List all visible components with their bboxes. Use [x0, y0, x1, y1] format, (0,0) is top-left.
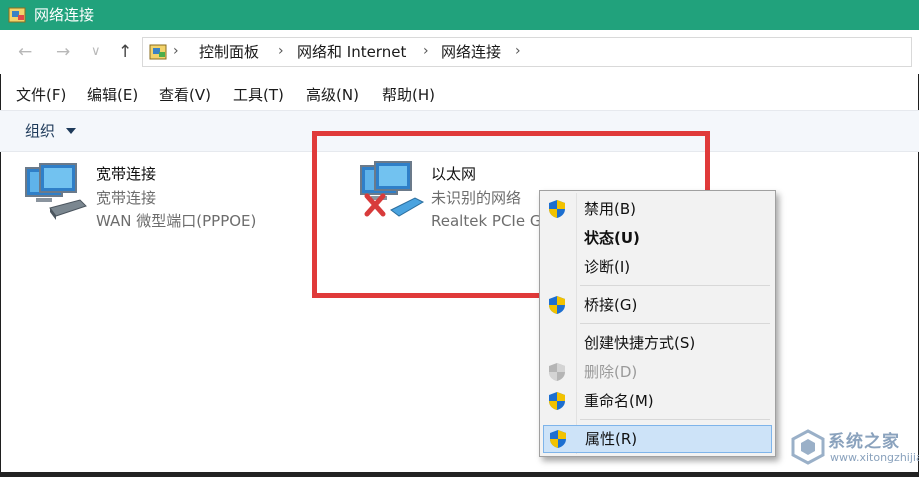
forward-button[interactable]: →: [56, 42, 70, 62]
connection-status: 宽带连接: [96, 189, 157, 207]
network-folder-icon: [8, 7, 26, 23]
back-button[interactable]: ←: [18, 42, 32, 62]
menu-bar: 文件(F) 编辑(E) 查看(V) 工具(T) 高级(N) 帮助(H): [0, 80, 919, 110]
breadcrumb-separator[interactable]: ›: [423, 42, 429, 60]
chevron-down-icon[interactable]: [66, 128, 76, 134]
window-title: 网络连接: [34, 6, 95, 24]
control-panel-icon: [149, 44, 167, 60]
address-row: ← → ∨ ↑ › 控制面板 › 网络和 Internet › 网络连接 ›: [0, 30, 919, 74]
recent-locations-button[interactable]: ∨: [91, 42, 101, 62]
broadband-connection-icon: [25, 163, 87, 220]
menu-separator: [580, 285, 770, 286]
menu-item-label: 禁用(B): [584, 200, 636, 218]
watermark-text: 系统之家: [828, 432, 900, 452]
menu-item-rename[interactable]: 重命名(M): [540, 387, 775, 415]
uac-shield-icon: [550, 430, 566, 448]
menu-item-label: 状态(U): [584, 229, 640, 247]
menu-item-delete: 删除(D): [540, 358, 775, 386]
menu-item-label: 重命名(M): [584, 392, 654, 410]
breadcrumb-separator[interactable]: ›: [278, 42, 284, 60]
uac-shield-icon: [549, 200, 565, 218]
title-bar: 网络连接: [0, 0, 919, 30]
context-menu: 禁用(B) 状态(U) 诊断(I) 桥接(G) 创建快捷方式(S) 删除(D): [539, 190, 776, 457]
menu-item-label: 桥接(G): [584, 296, 638, 314]
breadcrumb-separator: ›: [173, 43, 179, 59]
menu-item-status[interactable]: 状态(U): [540, 224, 775, 252]
breadcrumb-network-internet[interactable]: 网络和 Internet: [297, 43, 406, 61]
menu-item-diagnose[interactable]: 诊断(I): [540, 253, 775, 281]
menu-view[interactable]: 查看(V): [159, 85, 211, 105]
menu-separator: [580, 323, 770, 324]
connection-name: 宽带连接: [96, 165, 157, 183]
menu-file[interactable]: 文件(F): [16, 85, 66, 105]
breadcrumb-network-connections[interactable]: 网络连接: [441, 43, 501, 61]
menu-item-disable[interactable]: 禁用(B): [540, 195, 775, 223]
menu-item-label: 删除(D): [584, 363, 638, 381]
uac-shield-icon: [549, 392, 565, 410]
menu-item-bridge[interactable]: 桥接(G): [540, 291, 775, 319]
menu-advanced[interactable]: 高级(N): [306, 85, 359, 105]
menu-item-properties[interactable]: 属性(R): [543, 425, 772, 453]
breadcrumb-control-panel[interactable]: 控制面板: [199, 43, 259, 61]
menu-tools[interactable]: 工具(T): [233, 85, 284, 105]
watermark: 系统之家 www.xitongzhijia.net: [788, 425, 919, 473]
menu-separator: [580, 419, 770, 420]
menu-edit[interactable]: 编辑(E): [87, 85, 138, 105]
menu-item-label: 诊断(I): [584, 258, 631, 276]
watermark-logo-icon: [791, 429, 825, 465]
up-button[interactable]: ↑: [118, 42, 132, 62]
uac-shield-icon: [549, 296, 565, 314]
address-bar[interactable]: › 控制面板 › 网络和 Internet › 网络连接 ›: [142, 37, 912, 67]
connection-device: WAN 微型端口(PPPOE): [96, 212, 257, 230]
menu-help[interactable]: 帮助(H): [382, 85, 435, 105]
uac-shield-icon: [549, 363, 565, 381]
organize-button[interactable]: 组织: [25, 121, 55, 141]
breadcrumb-separator[interactable]: ›: [515, 42, 521, 60]
watermark-url: www.xitongzhijia.net: [830, 451, 919, 464]
bottom-border: [0, 472, 919, 477]
menu-item-create-shortcut[interactable]: 创建快捷方式(S): [540, 329, 775, 357]
menu-item-label: 属性(R): [585, 430, 638, 448]
menu-item-label: 创建快捷方式(S): [584, 334, 696, 352]
